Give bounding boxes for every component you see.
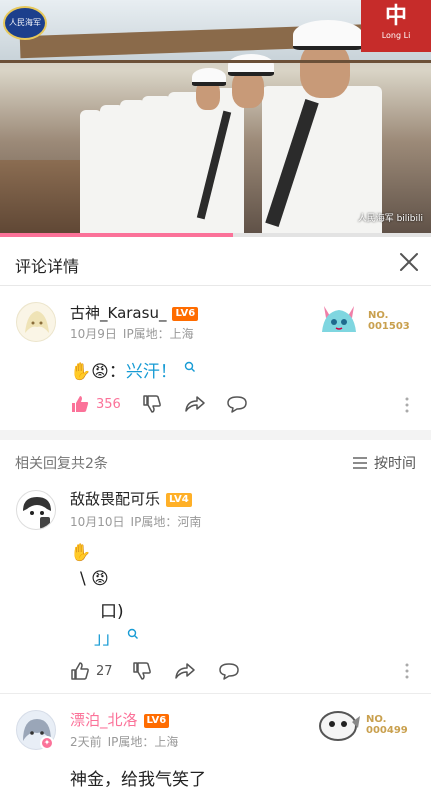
channel-logo: 人民海军	[3, 6, 47, 40]
reply-text: 神金，给我气笑了	[70, 770, 206, 790]
avatar[interactable]	[16, 302, 56, 342]
reply-meta: 10月10日 IP属地：河南	[70, 513, 201, 530]
reply-link-text[interactable]: 」」	[94, 629, 120, 649]
username-text[interactable]: 敌敌畏配可乐	[70, 490, 160, 508]
fan-badge-mascot-icon	[322, 306, 356, 332]
sort-toggle[interactable]: 按时间	[352, 453, 416, 473]
section-separator	[0, 430, 431, 440]
reply-username[interactable]: 漂泊_北洛 LV6	[70, 709, 170, 730]
vip-badge-icon: ✦	[40, 736, 54, 750]
like-count: 27	[96, 663, 113, 679]
fan-number-label: NO.	[368, 310, 389, 321]
level-badge: LV6	[172, 307, 199, 321]
sort-label[interactable]: 按时间	[374, 453, 416, 473]
reply-meta: 2天前 IP属地：上海	[70, 733, 178, 750]
like-count: 356	[96, 396, 121, 412]
banner-text: 中	[384, 4, 407, 29]
reply-date: 2天前	[70, 735, 102, 749]
comment-search-link[interactable]: 兴汗！	[126, 362, 177, 382]
comment-actions: 356	[70, 392, 410, 416]
fan-number-value: 000499	[366, 725, 408, 736]
reply-text-line: \ 😡	[80, 569, 109, 589]
reply-ip: IP属地：河南	[130, 515, 202, 529]
comment-emoji-text: ✋😡：	[70, 362, 126, 382]
share-icon	[185, 396, 205, 412]
fan-badge[interactable]: NO. 001503	[318, 298, 428, 348]
thumbs-up-icon	[71, 662, 89, 680]
fan-number-label: NO.	[366, 714, 387, 725]
reply-ip: IP属地：上海	[107, 735, 179, 749]
share-button[interactable]	[174, 659, 196, 683]
fan-number: NO. 001503	[368, 310, 410, 332]
comment-bubble-icon	[227, 396, 247, 413]
reply-divider	[0, 693, 431, 694]
thumbs-down-icon	[133, 662, 151, 680]
video-progress-fill	[0, 233, 233, 237]
username-text[interactable]: 漂泊_北洛	[70, 711, 138, 729]
replies-count-label: 相关回复共2条	[15, 456, 108, 472]
video-player[interactable]: 人民海军 中 Long Li 人民海军 bilibili	[0, 0, 431, 236]
share-button[interactable]	[184, 392, 206, 416]
fan-badge-mascot-icon	[319, 711, 360, 741]
fan-number: NO. 000499	[366, 714, 408, 736]
close-button[interactable]	[395, 248, 423, 276]
comment-detail-header: 评论详情	[0, 240, 431, 286]
more-options-button[interactable]	[404, 395, 410, 415]
dislike-button[interactable]	[132, 659, 152, 683]
comment-username[interactable]: 古神_Karasu_ LV6	[70, 302, 199, 323]
reply-search-link[interactable]: 」」	[94, 624, 139, 649]
reply-button[interactable]	[218, 659, 240, 683]
username-text[interactable]: 古神_Karasu_	[70, 304, 166, 322]
reply-text-line: 口)	[100, 602, 124, 622]
video-progress-bar[interactable]	[0, 233, 431, 237]
video-watermark: 人民海军 bilibili	[357, 214, 423, 224]
like-button[interactable]: 27	[70, 659, 113, 683]
avatar[interactable]	[16, 490, 56, 530]
search-icon[interactable]	[127, 628, 139, 640]
share-icon	[175, 663, 195, 679]
fan-number-value: 001503	[368, 321, 410, 332]
more-vertical-icon	[405, 397, 409, 413]
comment-bubble-icon	[219, 663, 239, 680]
comment-text: ✋😡：兴汗！	[70, 357, 196, 382]
fan-badge[interactable]: NO. 000499	[316, 702, 426, 752]
dislike-button[interactable]	[142, 392, 162, 416]
reply-date: 10月10日	[70, 515, 125, 529]
comment-meta: 10月9日 IP属地：上海	[70, 325, 194, 342]
level-badge: LV4	[166, 493, 192, 507]
more-options-button[interactable]	[404, 661, 410, 681]
comment-ip: IP属地：上海	[122, 327, 194, 341]
sort-lines-icon	[353, 457, 367, 469]
reply-actions: 27	[70, 659, 410, 683]
close-icon	[400, 253, 418, 271]
reply-username[interactable]: 敌敌畏配可乐 LV4	[70, 488, 192, 509]
banner-subtext: Long Li	[381, 31, 411, 40]
reply-text-line: ✋	[70, 543, 92, 563]
level-badge: LV6	[143, 714, 170, 728]
more-vertical-icon	[405, 663, 409, 679]
thumbs-down-icon	[143, 395, 161, 413]
page-title: 评论详情	[15, 257, 80, 276]
like-button[interactable]: 356	[70, 392, 121, 416]
comment-date: 10月9日	[70, 327, 117, 341]
search-icon[interactable]	[184, 361, 196, 373]
thumbs-up-filled-icon	[72, 396, 89, 412]
video-banner: 中 Long Li	[361, 0, 431, 52]
avatar-anime-icon	[17, 303, 55, 341]
reply-button[interactable]	[226, 392, 248, 416]
avatar-cola-icon	[23, 497, 51, 529]
